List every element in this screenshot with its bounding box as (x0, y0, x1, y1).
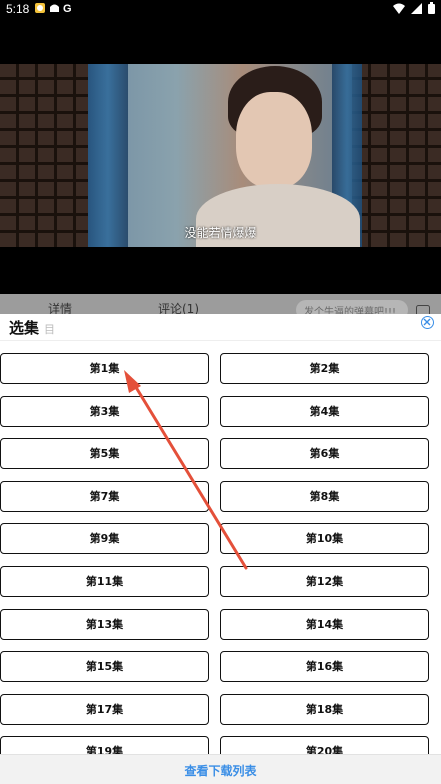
episode-button[interactable]: 第8集 (220, 481, 429, 512)
window-lattice-right (352, 64, 441, 247)
danmaku-input[interactable]: 发个牛逼的弹幕吧!!! (296, 300, 408, 314)
window-lattice-left (0, 64, 88, 247)
episode-button[interactable]: 第14集 (220, 609, 429, 640)
status-right-icons (393, 2, 435, 17)
android-debug-icon (49, 2, 60, 16)
video-player[interactable]: 没能若情爆爆 (0, 18, 441, 294)
download-list-button[interactable]: 查看下载列表 (184, 762, 256, 779)
episode-button[interactable]: 第13集 (0, 609, 209, 640)
episode-sheet: 选集 目 第1集 第2集 第3集 第4集 第5集 第6集 第7集 第8集 第9集 第10集 第11集… (0, 314, 441, 784)
tab-detail[interactable]: 详情 (48, 300, 72, 314)
episode-button[interactable]: 第6集 (220, 438, 429, 469)
sheet-header: 选集 目 (0, 314, 441, 342)
battery-icon (428, 2, 435, 17)
episode-button[interactable]: 第16集 (220, 651, 429, 682)
episode-button[interactable]: 第10集 (220, 523, 429, 554)
episode-button[interactable]: 第11集 (0, 566, 209, 597)
sheet-title: 选集 (9, 319, 40, 337)
episode-button[interactable]: 第9集 (0, 523, 209, 554)
download-list-bar[interactable]: 查看下载列表 (0, 754, 441, 784)
episode-button[interactable]: 第15集 (0, 651, 209, 682)
danmaku-toggle-icon[interactable] (416, 302, 430, 314)
episode-button[interactable]: 第7集 (0, 481, 209, 512)
close-icon[interactable] (421, 316, 434, 329)
svg-text:G: G (63, 3, 72, 13)
video-frame: 没能若情爆爆 (0, 64, 441, 247)
episode-button[interactable]: 第18集 (220, 694, 429, 725)
episode-button[interactable]: 第1集 (0, 353, 209, 384)
sheet-title-ghost: 目 (44, 323, 55, 336)
episode-button[interactable]: 第5集 (0, 438, 209, 469)
status-time: 5:18 (6, 2, 30, 16)
app-notification-icon (34, 2, 46, 17)
figure-head (236, 92, 312, 188)
episode-button[interactable]: 第2集 (220, 353, 429, 384)
signal-icon (411, 2, 422, 17)
status-bar: 5:18 G (0, 0, 441, 18)
episode-button[interactable]: 第4集 (220, 396, 429, 427)
tabs-row: 详情 评论(1) 发个牛逼的弹幕吧!!! (0, 294, 441, 314)
video-subtitle: 没能若情爆爆 (184, 226, 257, 240)
google-icon: G (63, 2, 74, 16)
status-left-icons: G (34, 2, 74, 17)
episode-button[interactable]: 第12集 (220, 566, 429, 597)
tab-comment[interactable]: 评论(1) (158, 300, 199, 314)
sheet-divider (0, 340, 441, 341)
episode-button[interactable]: 第3集 (0, 396, 209, 427)
curtain-left (88, 64, 128, 247)
episode-button[interactable]: 第17集 (0, 694, 209, 725)
wifi-icon (393, 3, 405, 17)
